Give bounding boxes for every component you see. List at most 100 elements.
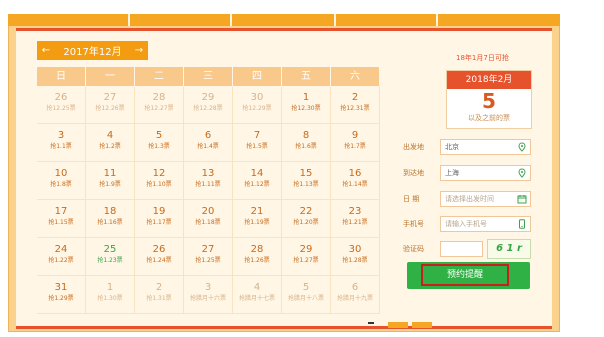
calendar-day-ticket-note: 抢1.11票 [195,181,221,188]
calendar-day-cell[interactable]: 26 抢1.24票 [135,238,184,276]
calendar-day-cell[interactable]: 19 抢1.17票 [135,200,184,238]
calendar-day-cell[interactable]: 24 抢1.22票 [37,238,86,276]
calendar-day-cell[interactable]: 4 抢1.2票 [86,124,135,162]
calendar-day-cell[interactable]: 14 抢1.12票 [233,162,282,200]
calendar-day-number: 16 [348,168,362,179]
calendar-day-cell[interactable]: 6 抢腊月十九票 [331,276,380,314]
calendar-day-cell[interactable]: 30 抢1.28票 [331,238,380,276]
captcha-image[interactable]: 6 1 r [487,239,531,259]
calendar-day-cell[interactable]: 12 抢1.10票 [135,162,184,200]
calendar-day-number: 4 [253,282,261,293]
target-month-label: 2018年2月 [447,71,531,89]
calendar-day-number: 14 [250,168,264,179]
calendar-day-cell[interactable]: 2 抢1.31票 [135,276,184,314]
calendar-day-number: 5 [155,130,163,141]
calendar-day-cell[interactable]: 1 抢1.30票 [86,276,135,314]
calendar-day-cell[interactable]: 3 抢腊月十六票 [184,276,233,314]
calendar-day-cell[interactable]: 29 抢1.27票 [282,238,331,276]
weekday-label: 一 [86,67,135,86]
calendar-day-number: 25 [103,244,117,255]
calendar-day-cell[interactable]: 8 抢1.6票 [282,124,331,162]
calendar-day-cell[interactable]: 31 抢1.29票 [37,276,86,314]
weekday-label: 日 [37,67,86,86]
reserve-reminder-button[interactable]: 预约提醒 [407,262,530,289]
calendar-day-cell[interactable]: 9 抢1.7票 [331,124,380,162]
calendar-day-number: 22 [299,206,313,217]
calendar-day-cell[interactable]: 27 抢12.26票 [86,86,135,124]
calendar-day-number: 6 [204,130,212,141]
calendar-day-cell[interactable]: 18 抢1.16票 [86,200,135,238]
calendar-day-cell[interactable]: 13 抢1.11票 [184,162,233,200]
calendar-day-number: 6 [351,282,359,293]
calendar-day-ticket-note: 抢1.23票 [97,257,123,264]
calendar-day-cell[interactable]: 22 抢1.20票 [282,200,331,238]
calendar-day-ticket-note: 抢1.30票 [97,295,123,302]
calendar-icon [517,195,527,204]
current-month-label: 2017年12月 [63,47,122,58]
arrive-field[interactable]: 上海 [440,165,531,181]
depart-value: 北京 [445,143,459,151]
calendar-day-ticket-note: 抢1.27票 [293,257,319,264]
calendar-day-ticket-note: 抢1.26票 [244,257,270,264]
weekday-label: 六 [331,67,380,86]
code-input[interactable] [440,241,483,257]
calendar-day-cell[interactable]: 28 抢1.26票 [233,238,282,276]
calendar-day-cell[interactable]: 3 抢1.1票 [37,124,86,162]
calendar-day-number: 26 [152,244,166,255]
next-month-button[interactable]: → [130,45,148,56]
date-field[interactable]: 请选择出发时间 [440,191,531,207]
calendar-day-ticket-note: 抢1.4票 [197,143,219,150]
calendar-day-cell[interactable]: 17 抢1.15票 [37,200,86,238]
arrive-label: 到达地 [403,169,424,177]
calendar-day-cell[interactable]: 30 抢12.29票 [233,86,282,124]
depart-field[interactable]: 北京 [440,139,531,155]
calendar: 日一二三四五六 26 抢12.25票 27 抢12.26票 28 抢12.27票 29 抢12… [37,67,383,314]
calendar-day-cell[interactable]: 21 抢1.19票 [233,200,282,238]
location-pin-icon [518,142,526,152]
code-row: 验证码 6 1 r [403,239,533,259]
calendar-day-number: 3 [57,130,65,141]
calendar-day-number: 30 [250,92,264,103]
calendar-day-cell[interactable]: 2 抢12.31票 [331,86,380,124]
calendar-day-cell[interactable]: 4 抢腊月十七票 [233,276,282,314]
calendar-day-ticket-note: 抢1.29票 [48,295,74,302]
calendar-day-cell[interactable]: 15 抢1.13票 [282,162,331,200]
calendar-day-number: 12 [152,168,166,179]
month-navigator: ← 2017年12月 → [37,41,148,60]
location-pin-icon [518,168,526,178]
prev-month-button[interactable]: ← [37,45,55,56]
calendar-day-ticket-note: 抢腊月十八票 [287,295,324,302]
calendar-day-cell[interactable]: 20 抢1.18票 [184,200,233,238]
calendar-day-cell[interactable]: 7 抢1.5票 [233,124,282,162]
calendar-day-number: 5 [302,282,310,293]
calendar-day-cell[interactable]: 5 抢1.3票 [135,124,184,162]
calendar-day-cell[interactable]: 29 抢12.28票 [184,86,233,124]
target-day-number: 5 [482,89,496,113]
calendar-day-cell[interactable]: 23 抢1.21票 [331,200,380,238]
calendar-day-cell[interactable]: 5 抢腊月十八票 [282,276,331,314]
calendar-day-number: 11 [103,168,117,179]
calendar-day-cell[interactable]: 6 抢1.4票 [184,124,233,162]
calendar-day-number: 2 [351,92,359,103]
date-placeholder: 请选择出发时间 [445,195,494,203]
calendar-day-cell[interactable]: 28 抢12.27票 [135,86,184,124]
calendar-day-cell[interactable]: 27 抢1.25票 [184,238,233,276]
calendar-day-cell[interactable]: 26 抢12.25票 [37,86,86,124]
calendar-day-cell[interactable]: 16 抢1.14票 [331,162,380,200]
calendar-day-ticket-note: 抢1.22票 [48,257,74,264]
bottom-tab [412,322,432,328]
calendar-day-number: 29 [299,244,313,255]
date-row: 日 期 请选择出发时间 [403,191,533,207]
phone-field[interactable]: 请输入手机号 [440,216,531,232]
calendar-day-ticket-note: 抢1.5票 [246,143,268,150]
calendar-day-cell[interactable]: 10 抢1.8票 [37,162,86,200]
calendar-day-cell[interactable]: 25 抢1.23票 [86,238,135,276]
calendar-day-ticket-note: 抢1.20票 [293,219,319,226]
calendar-day-cell[interactable]: 1 抢12.30票 [282,86,331,124]
calendar-day-number: 29 [201,92,215,103]
available-date-note: 18年1月7日可抢 [456,54,509,62]
top-bar-divider [436,14,438,26]
date-label: 日 期 [403,195,420,203]
calendar-day-ticket-note: 抢12.26票 [95,105,125,112]
calendar-day-cell[interactable]: 11 抢1.9票 [86,162,135,200]
